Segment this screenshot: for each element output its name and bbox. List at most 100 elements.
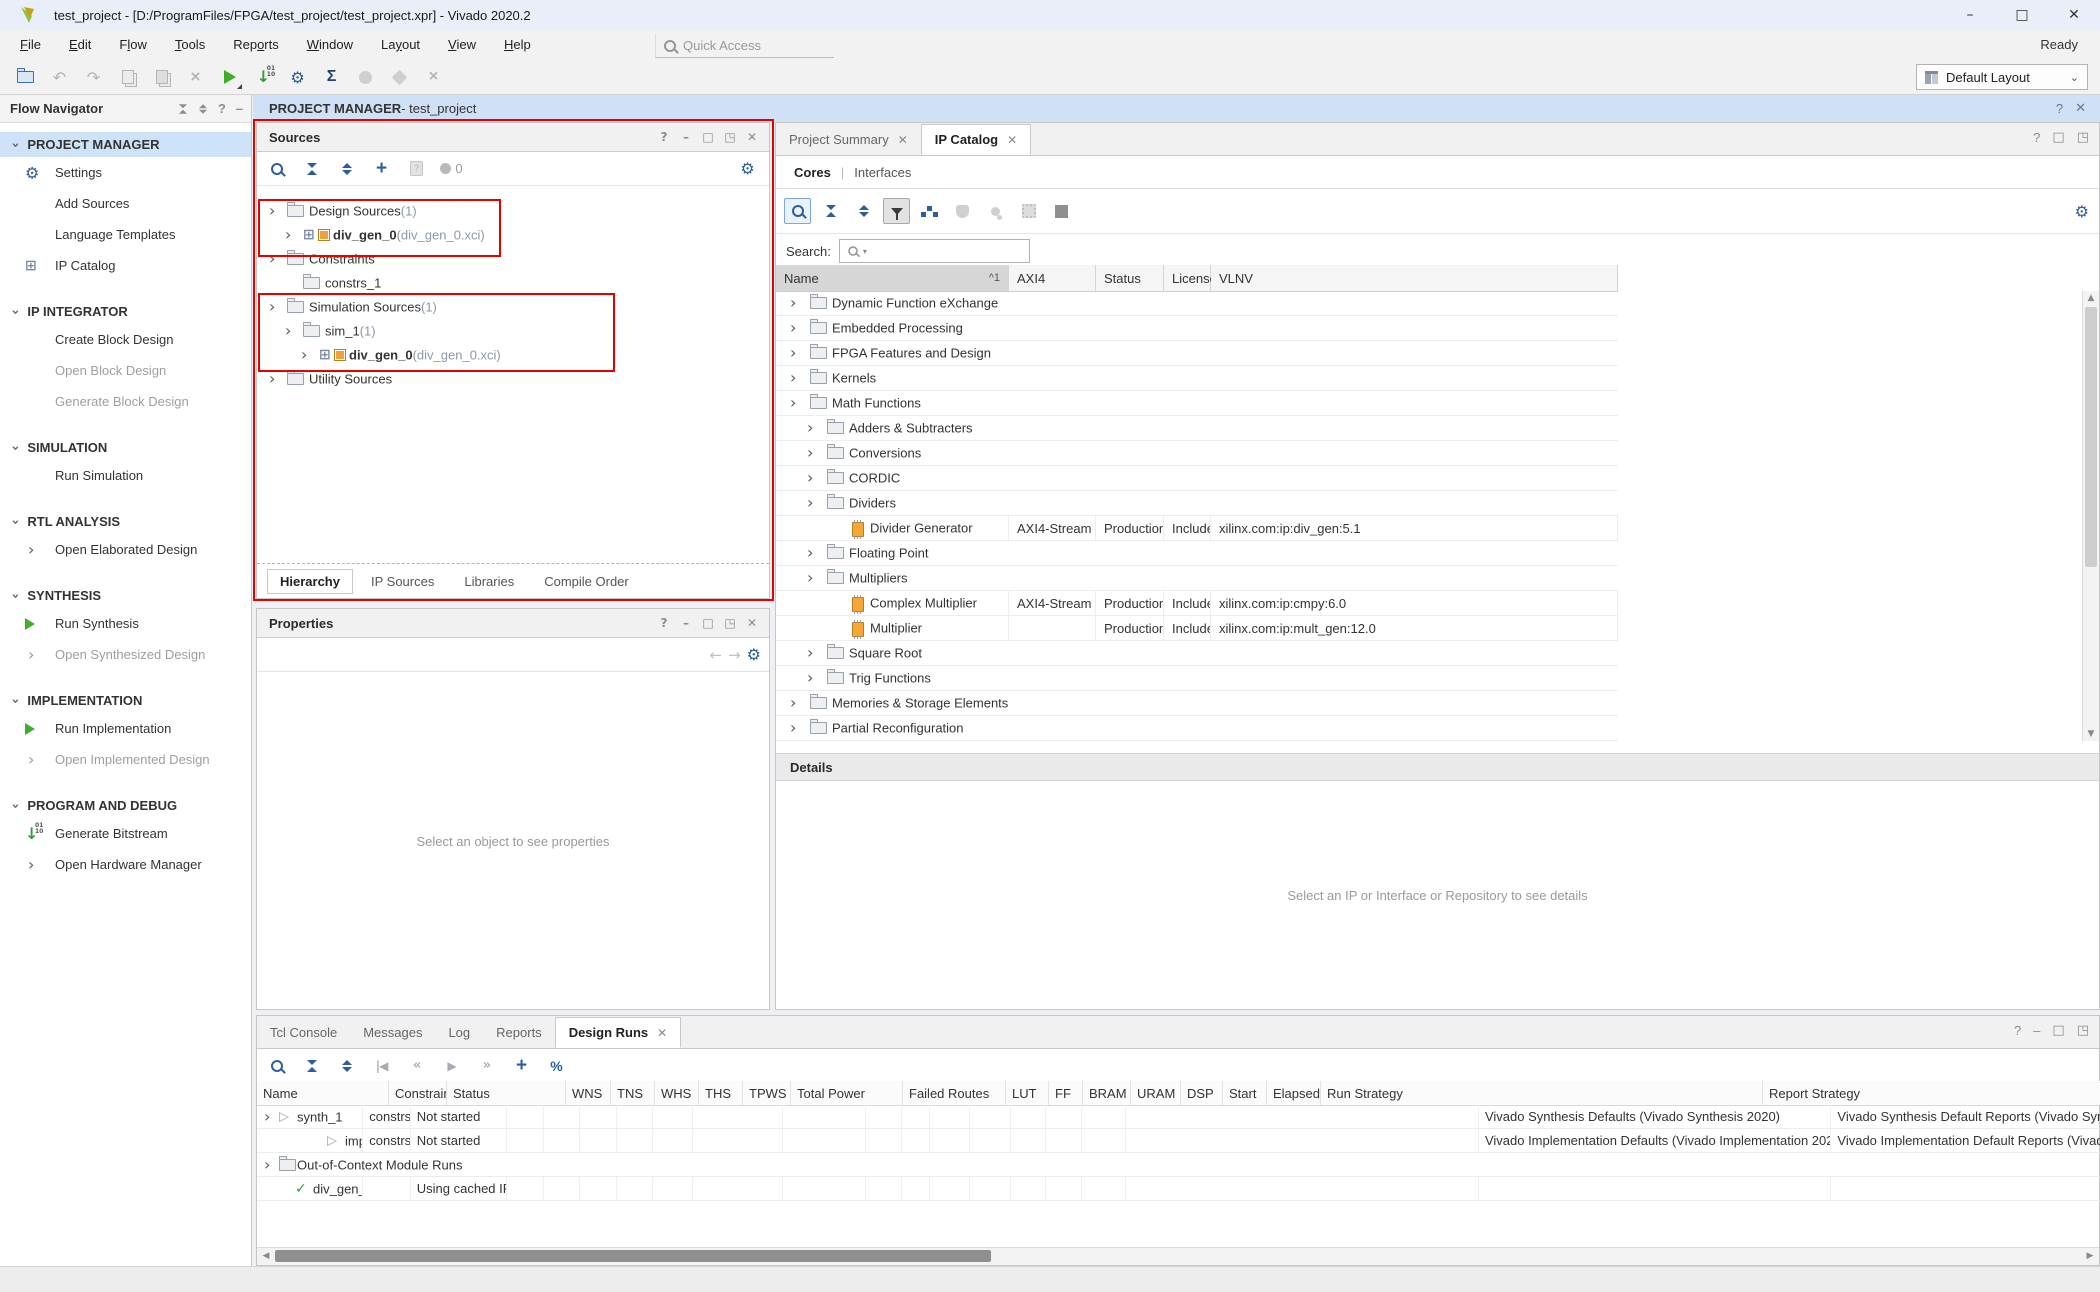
search-button[interactable] xyxy=(263,1053,290,1079)
expand-all-icon[interactable] xyxy=(199,104,207,114)
sidebar-item-run-implementation[interactable]: Run Implementation xyxy=(0,713,251,744)
runs-column-header-failed-routes[interactable]: Failed Routes xyxy=(903,1081,1006,1105)
sidebar-section-ip-integrator[interactable]: ›IP INTEGRATOR xyxy=(0,299,251,324)
close-icon[interactable]: ✕ xyxy=(741,130,763,144)
runs-column-header-whs[interactable]: WHS xyxy=(655,1081,699,1105)
chevron-down-icon[interactable]: › xyxy=(807,571,813,585)
launch-runs-button[interactable]: ▶ xyxy=(438,1053,465,1079)
ip-category-row-adders-&-subtracters[interactable]: ›Adders & Subtracters xyxy=(776,416,1618,441)
generate-bitstream-button[interactable]: ↓0110 xyxy=(250,64,277,90)
missing-sources-badge-button[interactable]: 0 xyxy=(438,156,465,182)
sidebar-section-simulation[interactable]: ›SIMULATION xyxy=(0,435,251,460)
chevron-down-icon[interactable]: › xyxy=(807,496,813,510)
runs-column-header-uram[interactable]: URAM xyxy=(1131,1081,1181,1105)
horizontal-scrollbar[interactable]: ◀ ▶ xyxy=(257,1247,2099,1265)
ip-column-header-axi4[interactable]: AXI4 xyxy=(1009,265,1096,291)
chevron-right-icon[interactable]: › xyxy=(807,671,813,685)
scroll-right-icon[interactable]: ▶ xyxy=(2081,1248,2099,1265)
runs-column-header-lut[interactable]: LUT xyxy=(1006,1081,1049,1105)
cancel-button[interactable]: × xyxy=(420,64,447,90)
sidebar-item-add-sources[interactable]: Add Sources xyxy=(0,188,251,219)
chevron-right-icon[interactable]: › xyxy=(301,348,307,362)
menu-item-view[interactable]: View xyxy=(434,30,490,60)
source-tree-item-Design Sources[interactable]: ›Design Sources (1) xyxy=(257,199,769,223)
vertical-scrollbar[interactable]: ▲ ▼ xyxy=(2082,291,2099,741)
run-row-impl_1[interactable]: ▷impl_1constrs_1Not startedVivado Implem… xyxy=(257,1129,2100,1153)
ip-category-row-embedded-processing[interactable]: ›Embedded Processing xyxy=(776,316,1618,341)
bottom-tab-log[interactable]: Log xyxy=(435,1017,483,1048)
ip-row-complex-multiplier[interactable]: Complex MultiplierAXI4-StreamProductionI… xyxy=(776,591,1618,616)
maximize-icon[interactable]: □ xyxy=(697,616,719,630)
settings-gear-icon[interactable]: ⚙ xyxy=(747,645,761,664)
chevron-down-icon[interactable]: › xyxy=(269,300,275,314)
scroll-left-icon[interactable]: ◀ xyxy=(257,1248,275,1265)
chevron-right-icon[interactable]: › xyxy=(807,421,813,435)
run-row-synth_1[interactable]: ›▷synth_1constrs_1Not startedVivado Synt… xyxy=(257,1105,2100,1129)
help-icon[interactable]: ? xyxy=(2056,101,2063,116)
ip-category-row-partial-reconfiguration[interactable]: ›Partial Reconfiguration xyxy=(776,716,1618,741)
float-icon[interactable]: ◳ xyxy=(2077,130,2089,145)
bottom-tab-design-runs[interactable]: Design Runs✕ xyxy=(555,1017,682,1048)
source-tree-item-Utility Sources[interactable]: ›Utility Sources xyxy=(257,367,769,391)
runs-column-header-wns[interactable]: WNS xyxy=(566,1081,611,1105)
sidebar-section-implementation[interactable]: ›IMPLEMENTATION xyxy=(0,688,251,713)
maximize-icon[interactable]: □ xyxy=(697,130,719,144)
collapse-all-button[interactable] xyxy=(817,198,844,224)
runs-column-header-bram[interactable]: BRAM xyxy=(1083,1081,1131,1105)
collapse-all-button[interactable] xyxy=(298,156,325,182)
filter-button[interactable] xyxy=(883,198,910,224)
ip-category-row-cordic[interactable]: ›CORDIC xyxy=(776,466,1618,491)
chevron-down-icon[interactable]: › xyxy=(269,252,275,266)
float-icon[interactable]: ◳ xyxy=(719,130,741,144)
sidebar-section-rtl-analysis[interactable]: ›RTL ANALYSIS xyxy=(0,509,251,534)
sidebar-section-project-manager[interactable]: ›PROJECT MANAGER xyxy=(0,132,251,157)
sidebar-section-synthesis[interactable]: ›SYNTHESIS xyxy=(0,583,251,608)
settings-gear-icon[interactable]: ⚙ xyxy=(2075,202,2089,221)
close-tab-icon[interactable]: ✕ xyxy=(1007,133,1017,147)
runs-column-header-report-strategy[interactable]: Report Strategy xyxy=(1763,1081,2100,1105)
help-icon[interactable]: ? xyxy=(653,616,675,630)
ip-column-header-status[interactable]: Status xyxy=(1096,265,1164,291)
minimize-icon[interactable]: – xyxy=(2033,1023,2040,1038)
help-icon[interactable]: ? xyxy=(2033,130,2040,145)
sidebar-item-ip-catalog[interactable]: ⊞IP Catalog xyxy=(0,250,251,281)
help-icon[interactable]: ? xyxy=(2014,1023,2021,1038)
ip-category-row-conversions[interactable]: ›Conversions xyxy=(776,441,1618,466)
scroll-up-icon[interactable]: ▲ xyxy=(2083,293,2099,303)
help-icon[interactable]: ? xyxy=(653,130,675,144)
settings-gear-icon[interactable]: ⚙ xyxy=(734,156,761,182)
runs-column-header-name[interactable]: Name xyxy=(257,1081,389,1105)
bottom-tab-reports[interactable]: Reports xyxy=(483,1017,555,1048)
chevron-right-icon[interactable]: › xyxy=(790,696,796,710)
chevron-down-icon[interactable]: › xyxy=(264,1110,270,1124)
scrollbar-thumb[interactable] xyxy=(275,1250,991,1262)
float-icon[interactable]: ◳ xyxy=(719,616,741,630)
close-tab-icon[interactable]: ✕ xyxy=(898,133,908,147)
close-button[interactable]: ✕ xyxy=(2048,0,2100,30)
minimize-icon[interactable]: – xyxy=(675,130,697,144)
sidebar-item-generate-bitstream[interactable]: ↓0110Generate Bitstream xyxy=(0,818,251,849)
minimize-icon[interactable]: – xyxy=(675,616,697,630)
ip-category-row-dynamic-function-exchange[interactable]: ›Dynamic Function eXchange xyxy=(776,291,1618,316)
sidebar-item-run-simulation[interactable]: Run Simulation xyxy=(0,460,251,491)
collapse-all-button[interactable] xyxy=(298,1053,325,1079)
chevron-right-icon[interactable]: › xyxy=(807,546,813,560)
runs-column-header-tpws[interactable]: TPWS xyxy=(743,1081,791,1105)
sources-tab-ip-sources[interactable]: IP Sources xyxy=(359,570,446,593)
ip-row-divider-generator[interactable]: Divider GeneratorAXI4-StreamProductionIn… xyxy=(776,516,1618,541)
run-row-out-of-context-module-runs[interactable]: ›Out-of-Context Module Runs xyxy=(257,1153,2100,1177)
chevron-down-icon[interactable]: › xyxy=(269,204,275,218)
sidebar-item-open-elaborated-design[interactable]: ›Open Elaborated Design xyxy=(0,534,251,565)
report-summary-button[interactable]: Σ xyxy=(318,64,345,90)
mark-button[interactable] xyxy=(386,64,413,90)
run-design-button[interactable] xyxy=(216,64,243,90)
chevron-right-icon[interactable]: › xyxy=(285,228,291,242)
menu-item-layout[interactable]: Layout xyxy=(367,30,434,60)
open-project-button[interactable] xyxy=(12,64,39,90)
back-arrow-icon[interactable]: ← xyxy=(710,646,723,664)
runs-column-header-total-power[interactable]: Total Power xyxy=(791,1081,903,1105)
chevron-down-icon[interactable]: › xyxy=(264,1158,270,1172)
sidebar-section-program-and-debug[interactable]: ›PROGRAM AND DEBUG xyxy=(0,793,251,818)
chevron-right-icon[interactable]: › xyxy=(790,721,796,735)
sidebar-item-create-block-design[interactable]: Create Block Design xyxy=(0,324,251,355)
